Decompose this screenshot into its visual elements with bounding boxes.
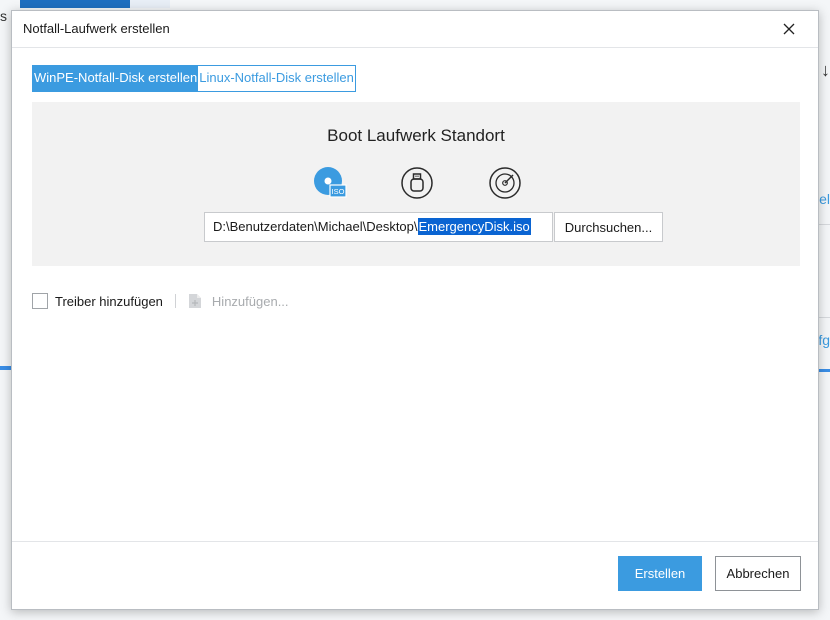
add-driver-link[interactable]: Hinzufügen...	[212, 294, 289, 309]
disk-type-tabs: WinPE-Notfall-Disk erstellen Linux-Notfa…	[32, 65, 356, 92]
path-selected-filename: EmergencyDisk.iso	[417, 218, 531, 235]
dialog-title: Notfall-Laufwerk erstellen	[23, 21, 170, 36]
background-arrow-icon: ↓	[821, 60, 830, 80]
path-prefix: D:\Benutzerdaten\Michael\Desktop\	[213, 219, 418, 234]
driver-row: Treiber hinzufügen Hinzufügen...	[32, 291, 289, 311]
browse-button[interactable]: Durchsuchen...	[554, 212, 663, 242]
path-row: D:\Benutzerdaten\Michael\Desktop\Emergen…	[204, 212, 663, 242]
boot-option-iso[interactable]: ISO	[313, 166, 347, 200]
iso-path-input[interactable]: D:\Benutzerdaten\Michael\Desktop\Emergen…	[204, 212, 553, 242]
add-driver-label[interactable]: Treiber hinzufügen	[55, 294, 163, 309]
background-edge-glyph: fg	[818, 332, 830, 348]
iso-disc-icon: ISO	[314, 167, 347, 198]
cd-dvd-icon	[489, 167, 521, 199]
boot-option-usb[interactable]	[400, 166, 434, 200]
boot-option-cd[interactable]	[488, 166, 522, 200]
boot-location-panel: Boot Laufwerk Standort ISO D:\Benutzerda…	[32, 102, 800, 266]
dialog-titlebar: Notfall-Laufwerk erstellen	[12, 11, 818, 48]
separator	[174, 294, 176, 308]
background-edge-glyph: s	[0, 8, 7, 24]
cancel-button[interactable]: Abbrechen	[715, 556, 801, 591]
file-add-icon	[188, 294, 201, 308]
background-divider	[818, 224, 830, 225]
tab-winpe[interactable]: WinPE-Notfall-Disk erstellen	[33, 66, 199, 91]
background-header-strip-light	[130, 0, 170, 8]
background-edge-glyph: el	[819, 191, 830, 207]
create-button[interactable]: Erstellen	[618, 556, 702, 591]
close-button[interactable]	[778, 18, 800, 40]
rescue-drive-dialog: Notfall-Laufwerk erstellen WinPE-Notfall…	[11, 10, 819, 610]
background-divider	[818, 317, 830, 318]
background-accent-line	[818, 369, 830, 372]
boot-location-title: Boot Laufwerk Standort	[327, 126, 505, 145]
usb-drive-icon	[401, 167, 433, 199]
add-driver-checkbox[interactable]	[32, 293, 48, 309]
close-icon	[783, 23, 795, 35]
footer-divider	[12, 541, 818, 542]
iso-badge-text: ISO	[332, 187, 345, 196]
tab-linux[interactable]: Linux-Notfall-Disk erstellen	[198, 66, 355, 91]
